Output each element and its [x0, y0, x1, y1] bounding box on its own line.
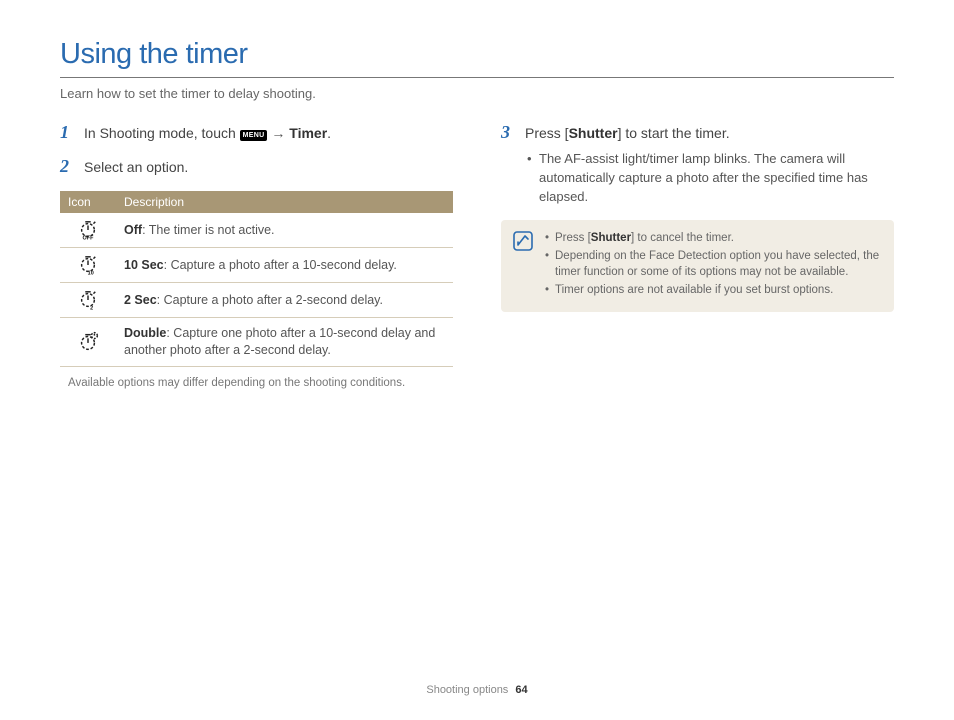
- opt-desc: : The timer is not active.: [142, 223, 274, 237]
- title-rule: [60, 77, 894, 78]
- step3-post: ] to start the timer.: [618, 125, 730, 141]
- note-list: Press [Shutter] to cancel the timer. Dep…: [543, 230, 882, 300]
- th-desc: Description: [116, 191, 453, 213]
- step-body: Press [Shutter] to start the timer. The …: [525, 123, 894, 206]
- note-item: Timer options are not available if you s…: [543, 282, 882, 298]
- table-row: 10 10 Sec: Capture a photo after a 10-se…: [60, 248, 453, 283]
- svg-text:OFF: OFF: [83, 236, 95, 240]
- note1-post: ] to cancel the timer.: [631, 232, 734, 244]
- cell-desc: Double: Capture one photo after a 10-sec…: [116, 318, 453, 367]
- opt-label: Double: [124, 326, 166, 340]
- step-body: Select an option.: [84, 157, 188, 177]
- step-number: 2: [60, 157, 74, 177]
- step1-post: .: [327, 125, 331, 141]
- step-number: 1: [60, 123, 74, 143]
- left-column: 1 In Shooting mode, touch MENU → Timer. …: [60, 123, 453, 389]
- intro-text: Learn how to set the timer to delay shoo…: [60, 86, 894, 101]
- table-row: Double: Capture one photo after a 10-sec…: [60, 318, 453, 367]
- opt-desc: : Capture a photo after a 2-second delay…: [157, 293, 383, 307]
- note-icon: [513, 231, 533, 300]
- timer-off-icon: OFF: [60, 213, 116, 248]
- footer-section: Shooting options: [426, 684, 508, 696]
- step-body: In Shooting mode, touch MENU → Timer.: [84, 123, 331, 143]
- page-footer: Shooting options 64: [0, 684, 954, 696]
- page-number: 64: [515, 684, 527, 696]
- step3-bullet: The AF-assist light/timer lamp blinks. T…: [525, 149, 894, 206]
- cell-desc: 2 Sec: Capture a photo after a 2-second …: [116, 283, 453, 318]
- svg-text:2: 2: [90, 306, 93, 310]
- options-table: Icon Description: [60, 191, 453, 367]
- timer-double-icon: [60, 318, 116, 367]
- note-item: Press [Shutter] to cancel the timer.: [543, 230, 882, 246]
- menu-icon: MENU: [240, 130, 268, 141]
- th-icon: Icon: [60, 191, 116, 213]
- table-row: OFF Off: The timer is not active.: [60, 213, 453, 248]
- note-box: Press [Shutter] to cancel the timer. Dep…: [501, 220, 894, 312]
- arrow-icon: →: [267, 125, 289, 141]
- cell-desc: Off: The timer is not active.: [116, 213, 453, 248]
- note-item: Depending on the Face Detection option y…: [543, 248, 882, 280]
- note1-pre: Press [: [555, 232, 591, 244]
- opt-label: 10 Sec: [124, 258, 164, 272]
- note1-btn: Shutter: [591, 232, 631, 244]
- cell-desc: 10 Sec: Capture a photo after a 10-secon…: [116, 248, 453, 283]
- step-number: 3: [501, 123, 515, 206]
- opt-desc: : Capture a photo after a 10-second dela…: [164, 258, 397, 272]
- step1-target: Timer: [289, 125, 327, 141]
- opt-label: 2 Sec: [124, 293, 157, 307]
- opt-label: Off: [124, 223, 142, 237]
- table-caption: Available options may differ depending o…: [68, 377, 453, 389]
- page-title: Using the timer: [60, 38, 894, 71]
- timer-2s-icon: 2: [60, 283, 116, 318]
- shutter-label: Shutter: [569, 125, 618, 141]
- svg-text:10: 10: [88, 271, 94, 275]
- table-row: 2 2 Sec: Capture a photo after a 2-secon…: [60, 283, 453, 318]
- step3-pre: Press [: [525, 125, 569, 141]
- step1-pre: In Shooting mode, touch: [84, 125, 240, 141]
- timer-10s-icon: 10: [60, 248, 116, 283]
- step-3: 3 Press [Shutter] to start the timer. Th…: [501, 123, 894, 206]
- step-1: 1 In Shooting mode, touch MENU → Timer.: [60, 123, 453, 143]
- step-2: 2 Select an option.: [60, 157, 453, 177]
- opt-desc: : Capture one photo after a 10-second de…: [124, 326, 435, 357]
- right-column: 3 Press [Shutter] to start the timer. Th…: [501, 123, 894, 389]
